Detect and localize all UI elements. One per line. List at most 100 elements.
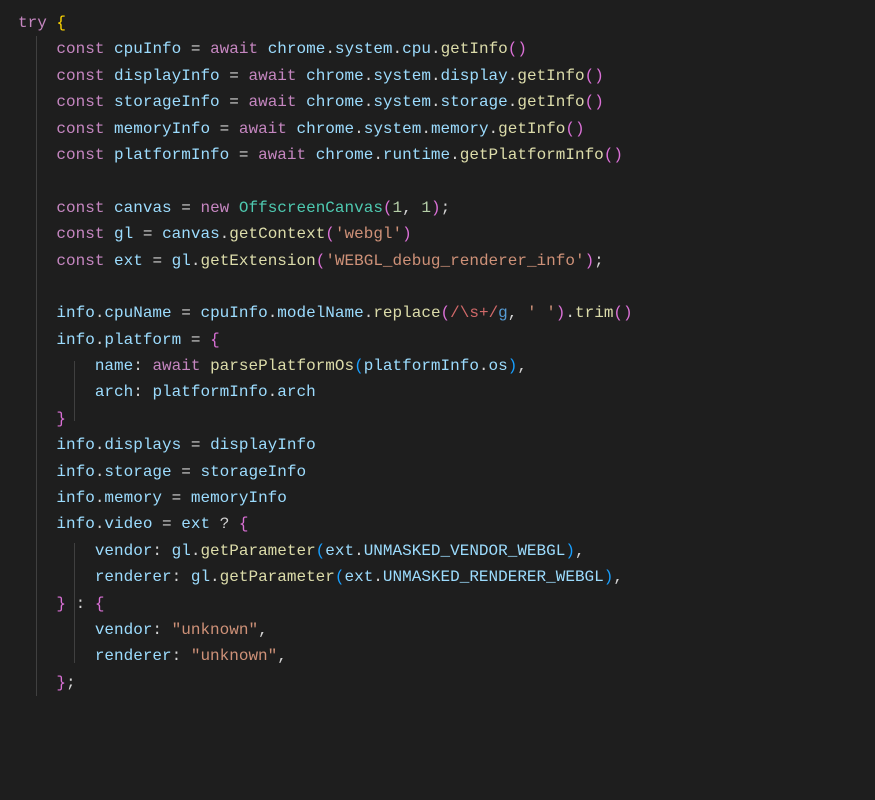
code-editor[interactable]: try { const cpuInfo = await chrome.syste…: [0, 10, 875, 696]
code-line[interactable]: try {: [0, 10, 875, 36]
token-punct: [229, 515, 239, 533]
indent-whitespace: [18, 595, 56, 613]
token-str: 'webgl': [335, 225, 402, 243]
token-var: info: [56, 489, 94, 507]
code-line[interactable]: const storageInfo = await chrome.system.…: [0, 89, 875, 115]
token-prop: arch: [95, 383, 133, 401]
token-punct: [287, 120, 297, 138]
token-brace2: {: [210, 331, 220, 349]
token-paren: (: [383, 199, 393, 217]
token-punct: :: [133, 383, 143, 401]
token-punct: [229, 120, 239, 138]
token-punct: :: [152, 542, 162, 560]
token-punct: [172, 463, 182, 481]
token-punct: [258, 40, 268, 58]
token-class: OffscreenCanvas: [239, 199, 383, 217]
token-punct: .: [95, 331, 105, 349]
token-prop: cpu: [402, 40, 431, 58]
token-func: getContext: [229, 225, 325, 243]
code-line[interactable]: renderer: gl.getParameter(ext.UNMASKED_R…: [0, 564, 875, 590]
token-func: getInfo: [498, 120, 565, 138]
code-line[interactable]: info.displays = displayInfo: [0, 432, 875, 458]
token-var: gl: [114, 225, 133, 243]
code-line[interactable]: const displayInfo = await chrome.system.…: [0, 63, 875, 89]
code-line[interactable]: const platformInfo = await chrome.runtim…: [0, 142, 875, 168]
token-var: cpuInfo: [200, 304, 267, 322]
token-prop: modelName: [277, 304, 363, 322]
code-line[interactable]: arch: platformInfo.arch: [0, 379, 875, 405]
token-var: memoryInfo: [114, 120, 210, 138]
indent-whitespace: [18, 621, 95, 639]
indent-whitespace: [18, 120, 56, 138]
token-punct: [143, 357, 153, 375]
code-line[interactable]: const ext = gl.getExtension('WEBGL_debug…: [0, 248, 875, 274]
token-paren: (: [325, 225, 335, 243]
token-punct: .: [393, 40, 403, 58]
token-paren: ): [585, 252, 595, 270]
token-var: info: [56, 463, 94, 481]
token-punct: [162, 542, 172, 560]
token-var: ext: [114, 252, 143, 270]
token-punct: .: [210, 568, 220, 586]
token-punct: .: [373, 568, 383, 586]
indent-whitespace: [18, 410, 56, 428]
token-str: 'WEBGL_debug_renderer_info': [325, 252, 584, 270]
indent-whitespace: [18, 383, 95, 401]
token-punct: [306, 146, 316, 164]
token-paren: ): [431, 199, 441, 217]
token-punct: .: [450, 146, 460, 164]
token-op: =: [191, 436, 201, 454]
token-punct: [181, 647, 191, 665]
code-line[interactable]: info.video = ext ? {: [0, 511, 875, 537]
token-brace2: }: [56, 674, 66, 692]
token-op: =: [229, 93, 239, 111]
code-line[interactable]: vendor: gl.getParameter(ext.UNMASKED_VEN…: [0, 538, 875, 564]
code-line[interactable]: } : {: [0, 591, 875, 617]
token-brace2: {: [239, 515, 249, 533]
code-line[interactable]: const memoryInfo = await chrome.system.m…: [0, 116, 875, 142]
code-line[interactable]: };: [0, 670, 875, 696]
block-indent-guide: [36, 36, 37, 696]
token-func: getParameter: [220, 568, 335, 586]
token-punct: .: [191, 542, 201, 560]
token-punct: .: [479, 357, 489, 375]
code-line[interactable]: }: [0, 406, 875, 432]
token-punct: .: [220, 225, 230, 243]
indent-whitespace: [18, 67, 56, 85]
code-line[interactable]: info.platform = {: [0, 327, 875, 353]
token-punct: [104, 120, 114, 138]
code-line[interactable]: info.cpuName = cpuInfo.modelName.replace…: [0, 300, 875, 326]
token-punct: [104, 225, 114, 243]
token-punct: [172, 199, 182, 217]
token-func: replace: [373, 304, 440, 322]
token-punct: [104, 93, 114, 111]
token-func: parsePlatformOs: [210, 357, 354, 375]
token-punct: [181, 40, 191, 58]
code-line[interactable]: vendor: "unknown",: [0, 617, 875, 643]
code-line[interactable]: info.storage = storageInfo: [0, 459, 875, 485]
code-line[interactable]: renderer: "unknown",: [0, 643, 875, 669]
token-var: ext: [325, 542, 354, 560]
token-op: =: [152, 252, 162, 270]
token-var: canvas: [162, 225, 220, 243]
token-prop: platform: [104, 331, 181, 349]
indent-whitespace: [18, 331, 56, 349]
code-line[interactable]: info.memory = memoryInfo: [0, 485, 875, 511]
token-prop: renderer: [95, 647, 172, 665]
indent-whitespace: [18, 172, 56, 190]
token-paren2: ): [604, 568, 614, 586]
token-var: platformInfo: [114, 146, 229, 164]
token-var: ext: [344, 568, 373, 586]
code-line[interactable]: [0, 274, 875, 300]
token-kw: await: [210, 40, 258, 58]
token-op: =: [191, 331, 201, 349]
token-num: 1: [421, 199, 431, 217]
code-line[interactable]: name: await parsePlatformOs(platformInfo…: [0, 353, 875, 379]
code-line[interactable]: const cpuInfo = await chrome.system.cpu.…: [0, 36, 875, 62]
token-paren2: ): [508, 357, 518, 375]
code-line[interactable]: const canvas = new OffscreenCanvas(1, 1)…: [0, 195, 875, 221]
token-punct: [200, 40, 210, 58]
code-line[interactable]: const gl = canvas.getContext('webgl'): [0, 221, 875, 247]
token-punct: [297, 93, 307, 111]
code-line[interactable]: [0, 168, 875, 194]
